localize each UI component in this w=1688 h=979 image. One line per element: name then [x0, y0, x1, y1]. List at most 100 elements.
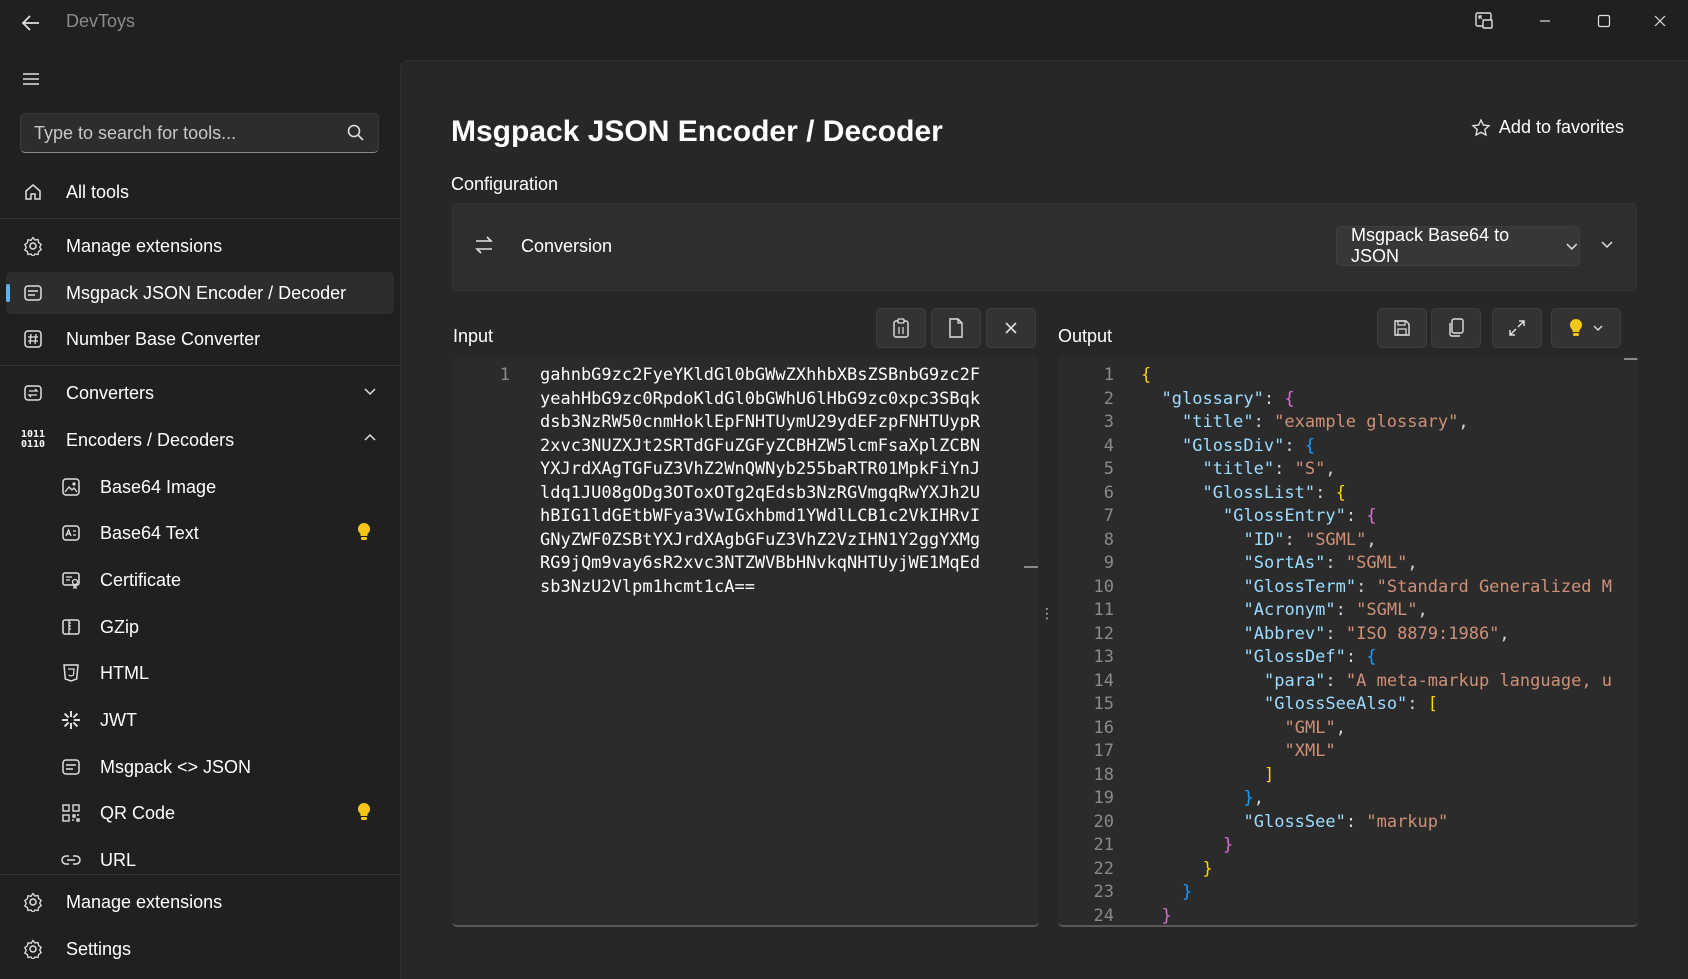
- sidebar-item-base64-text[interactable]: Base64 Text: [6, 512, 394, 554]
- line-number: 8: [1103, 529, 1114, 550]
- search-input[interactable]: Type to search for tools...: [34, 123, 236, 144]
- compact-overlay-button[interactable]: [1456, 4, 1512, 38]
- chevron-down-icon: [1566, 243, 1578, 250]
- sidebar-item-html[interactable]: HTML: [6, 652, 394, 694]
- back-button[interactable]: [14, 8, 48, 38]
- code-line: "GlossList": {: [1202, 482, 1346, 503]
- add-to-favorites-label: Add to favorites: [1498, 117, 1624, 137]
- close-icon: [1005, 322, 1017, 334]
- input-line: 2xvc3NUZXJt2SRTdGFuZGFyZCBHZW5lcmFsaXplZ…: [540, 435, 981, 456]
- input-line: RG9jQm9vay6sR2xvc3NTZWVBbHNvkqNHTUyjWE1M…: [540, 553, 981, 573]
- sidebar-item-encoders-decoders[interactable]: 1011 0110 Encoders / Decoders: [6, 419, 394, 461]
- scrollbar-thumb[interactable]: [1024, 566, 1038, 568]
- file-icon: [949, 318, 963, 338]
- back-arrow-icon: [21, 15, 39, 31]
- code-line: "ID": "SGML",: [1243, 529, 1377, 550]
- certificate-icon: [58, 567, 84, 593]
- copy-button[interactable]: [1431, 308, 1481, 348]
- line-number: 5: [1103, 459, 1114, 479]
- sidebar-item-gzip[interactable]: GZip: [6, 606, 394, 648]
- input-line: yeahHbG9zc0RpdoKldGl0bGWhU6lHbG9zc0xpc3S…: [540, 388, 981, 409]
- search-icon[interactable]: [346, 123, 366, 143]
- lightbulb-icon: [357, 522, 371, 540]
- sidebar-footer-manage-extensions[interactable]: Manage extensions: [6, 881, 394, 923]
- open-file-button[interactable]: [931, 308, 981, 348]
- line-number: 18: [1093, 764, 1114, 785]
- star-icon: [1471, 117, 1491, 136]
- line-number: 15: [1093, 694, 1114, 714]
- input-editor[interactable]: 1 gahnbG9zc2FyeYKldGl0bGWwZXhhbXBsZSBnbG…: [452, 356, 1039, 927]
- add-to-favorites-button[interactable]: Add to favorites: [1471, 117, 1624, 138]
- code-line: "XML": [1284, 741, 1336, 761]
- minimize-icon: [1540, 20, 1550, 22]
- gear-icon: [20, 233, 46, 259]
- sidebar-item-base64-image[interactable]: Base64 Image: [6, 466, 394, 508]
- sidebar-item-converters[interactable]: Converters: [6, 372, 394, 414]
- conversion-mode-dropdown[interactable]: Msgpack Base64 to JSON: [1336, 225, 1580, 266]
- line-numbers: 1 2 3 4 5 6 7 8 9 10 11 12 13 14 15 16 17 18 19 20 21 22 23 24: [1058, 364, 1114, 926]
- sidebar-divider: [0, 874, 400, 875]
- line-number: 17: [1093, 741, 1114, 761]
- sidebar-item-number-base-converter[interactable]: Number Base Converter: [6, 318, 394, 360]
- chevron-down-icon: [1593, 325, 1603, 331]
- paste-button[interactable]: [876, 308, 926, 348]
- output-editor[interactable]: 1 2 3 4 5 6 7 8 9 10 11 12 13 14 15 16 17 18 19 20 21 22 23 24 …: [1058, 356, 1638, 927]
- sidebar-item-qr-code[interactable]: QR Code: [6, 792, 394, 834]
- sidebar-item-label: JWT: [100, 709, 137, 730]
- scrollbar-thumb[interactable]: [1624, 358, 1638, 360]
- line-number: 16: [1093, 717, 1114, 738]
- sidebar-item-label: QR Code: [100, 802, 176, 823]
- line-number: 24: [1093, 905, 1114, 926]
- fullscreen-button[interactable]: [1492, 308, 1542, 348]
- menu-toggle-button[interactable]: [16, 64, 46, 94]
- clear-button[interactable]: [986, 308, 1036, 348]
- sidebar-item-label: Base64 Text: [100, 522, 199, 543]
- line-number: 11: [1093, 600, 1114, 620]
- code-line: }: [1182, 882, 1193, 902]
- selection-indicator: [6, 284, 10, 302]
- input-line: GNyZWF0ZSBtYXJrdXAgbGFuZ3VhZ2VzIHN1Y2ggY…: [540, 529, 981, 550]
- search-box[interactable]: Type to search for tools...: [20, 113, 379, 153]
- sidebar-item-manage-extensions[interactable]: Manage extensions: [6, 225, 394, 267]
- close-window-button[interactable]: [1632, 4, 1688, 38]
- sidebar-item-msgpack-json-encoder-decoder[interactable]: Msgpack JSON Encoder / Decoder: [6, 272, 394, 314]
- sidebar-item-msgpack-json[interactable]: Msgpack <> JSON: [6, 746, 394, 788]
- sidebar-item-label: Encoders / Decoders: [66, 429, 235, 450]
- save-button[interactable]: [1377, 308, 1427, 348]
- code-line: "GlossDiv": {: [1182, 435, 1316, 456]
- sidebar-item-label: Msgpack <> JSON: [100, 756, 252, 777]
- hamburger-icon: [23, 73, 39, 85]
- sidebar-item-certificate[interactable]: Certificate: [6, 559, 394, 601]
- input-line: gahnbG9zc2FyeYKldGl0bGWwZXhhbXBsZSBnbG9z…: [540, 365, 981, 385]
- input-label: Input: [453, 326, 494, 346]
- input-text[interactable]: gahnbG9zc2FyeYKldGl0bGWwZXhhbXBsZSBnbG9z…: [540, 364, 980, 599]
- expand-card-chevron-icon[interactable]: [1599, 236, 1615, 252]
- code-line: "GlossSee": "markup": [1243, 811, 1449, 832]
- gear-icon: [20, 889, 46, 915]
- input-line: dsb3NzRW50cnmHoklEpFNHTUymU29ydEFzpFNHTU…: [540, 412, 981, 432]
- chevron-down-icon: [364, 388, 376, 396]
- line-number: 10: [1093, 576, 1114, 597]
- line-number: 12: [1093, 623, 1114, 644]
- qr-icon: [58, 800, 84, 826]
- sidebar-item-all-tools[interactable]: All tools: [6, 171, 394, 213]
- maximize-button[interactable]: [1576, 4, 1632, 38]
- line-number: 13: [1093, 647, 1114, 667]
- smart-detection-button[interactable]: [1551, 308, 1621, 348]
- conversion-label: Conversion: [521, 236, 613, 256]
- maximize-icon: [1597, 14, 1611, 28]
- line-number: 14: [1093, 670, 1114, 691]
- minimize-button[interactable]: [1517, 4, 1573, 38]
- line-number: 7: [1103, 506, 1114, 526]
- line-number: 21: [1093, 835, 1114, 855]
- sidebar-item-jwt[interactable]: JWT: [6, 699, 394, 741]
- home-icon: [20, 179, 46, 205]
- code-line: "para": "A meta-markup language, u: [1264, 670, 1613, 691]
- input-line: sb3NzU2Vlpm1hcmt1cA==: [540, 576, 755, 597]
- code-line: "GlossDef": {: [1243, 647, 1377, 667]
- output-label: Output: [1058, 326, 1113, 346]
- output-json[interactable]: { "glossary": { "title": "example glossa…: [1141, 364, 1613, 925]
- image-icon: [58, 474, 84, 500]
- code-line: },: [1243, 788, 1265, 808]
- sidebar-footer-settings[interactable]: Settings: [6, 928, 394, 970]
